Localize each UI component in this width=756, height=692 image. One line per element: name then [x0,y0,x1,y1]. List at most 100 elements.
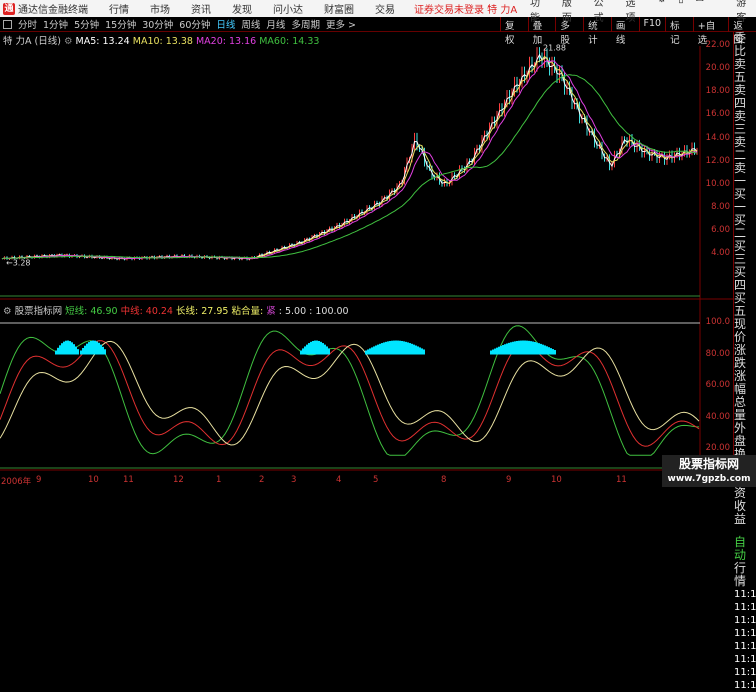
glue-bar [69,341,71,355]
time-tick: 11 [616,475,627,485]
glue-bar [385,341,387,355]
glue-bar [75,346,77,355]
glue-label: 粘合量: [231,306,267,317]
glue-bar [546,346,548,355]
glue-value: 紧 [266,306,276,317]
quote-field: 自动 [734,535,747,562]
glue-bar [71,342,73,355]
glue-bar [421,348,423,355]
long-line-value: 长线: 27.95 [176,306,229,317]
glue-bar [512,341,514,355]
glue-bar [320,341,322,355]
glue-bar [536,342,538,355]
quote-field: 11:1 [734,602,756,613]
glue-bar [326,346,328,355]
quote-field: 买二 [734,213,747,240]
glue-bar [389,340,391,355]
glue-bar [371,347,373,355]
watermark-url: www.7gpzb.com [662,471,756,487]
glue-bar [308,343,310,355]
glue-bar [419,347,421,355]
time-tick: 10 [88,475,99,485]
quote-field: 11:1 [734,628,756,639]
indicator-tick: 80.00 [705,348,730,359]
indicator-tick: 20.00 [705,443,730,453]
price-tick: 8.00 [711,201,730,212]
glue-bar [518,340,520,355]
indicator-name: 股票指标网 [14,306,63,317]
glue-bar [401,340,403,355]
glue-bar [310,341,312,355]
ma20-line [1,59,698,260]
glue-bar [522,340,524,355]
glue-bar [538,343,540,355]
glue-bar [504,344,506,355]
glue-bar [405,341,407,355]
glue-bar [377,344,379,355]
quote-field: 委比 [734,31,747,58]
gear-icon[interactable]: ⚙ [3,306,12,317]
glue-bar [57,347,59,355]
quote-field: 涨跌 [734,343,747,370]
glue-bar [417,346,419,355]
mid-line-value: 中线: 40.24 [120,306,173,317]
glue-bar [393,340,395,355]
glue-bar [530,341,532,355]
quote-field: 11:1 [734,589,756,600]
glue-bar [55,350,57,355]
watermark-name: 股票指标网 [662,455,756,471]
glue-bar [496,347,498,355]
quote-field: 行情 [734,561,747,588]
quote-field: 买一 [734,187,747,214]
glue-bar [84,345,86,355]
quote-field: 买三 [734,239,747,266]
price-tick: 6.00 [711,224,730,235]
mid-line [0,340,700,447]
glue-bar [300,350,302,355]
indicator-tick: 60.00 [705,380,730,390]
indicator-tick: 40.00 [705,411,730,422]
glue-bar [100,344,102,355]
ma60-line [1,74,698,260]
glue-bar [94,340,96,355]
glue-bar [324,344,326,355]
glue-bar [102,346,104,355]
quote-field: 11:1 [734,641,756,652]
glue-bar [373,346,375,355]
indicator-params: : 5.00 : 100.00 [278,306,349,317]
glue-bar [96,341,98,355]
time-tick: 5 [373,475,379,485]
glue-bar [526,340,528,355]
time-tick: 9 [506,475,512,485]
glue-bar [387,341,389,355]
quote-field: 11:1 [734,654,756,665]
time-tick: 1 [216,475,222,485]
price-tick: 18.00 [705,86,730,97]
glue-bar [73,344,75,355]
glue-bar [379,343,381,355]
glue-bar [98,342,100,355]
glue-bar [306,344,308,355]
time-tick: 12 [173,475,184,485]
quote-field: 涨幅 [734,369,747,396]
glue-bar [411,343,413,355]
glue-bar [544,345,546,355]
time-tick: 2 [259,475,265,485]
glue-bar [524,340,526,355]
glue-bar [383,342,385,355]
quote-field: 买四 [734,265,747,292]
glue-bar [409,343,411,355]
time-tick: 4 [336,475,342,485]
glue-bar [540,343,542,355]
glue-bar [399,340,401,355]
quote-panel: 委比卖五卖四卖三卖二卖一买一买二买三买四买五现价涨跌涨幅总量外盘换手净资收益自动… [733,31,756,691]
glue-bar [304,346,306,355]
glue-bar [328,348,330,355]
glue-bar [534,342,536,355]
quote-field: 11:1 [734,680,756,691]
glue-bar [395,340,397,355]
short-line-value: 短线: 46.90 [65,306,118,317]
price-tick: 4.00 [711,248,730,258]
glue-bar [90,340,92,355]
kline-chart[interactable]: 21.88 ←3.28 [0,0,756,487]
